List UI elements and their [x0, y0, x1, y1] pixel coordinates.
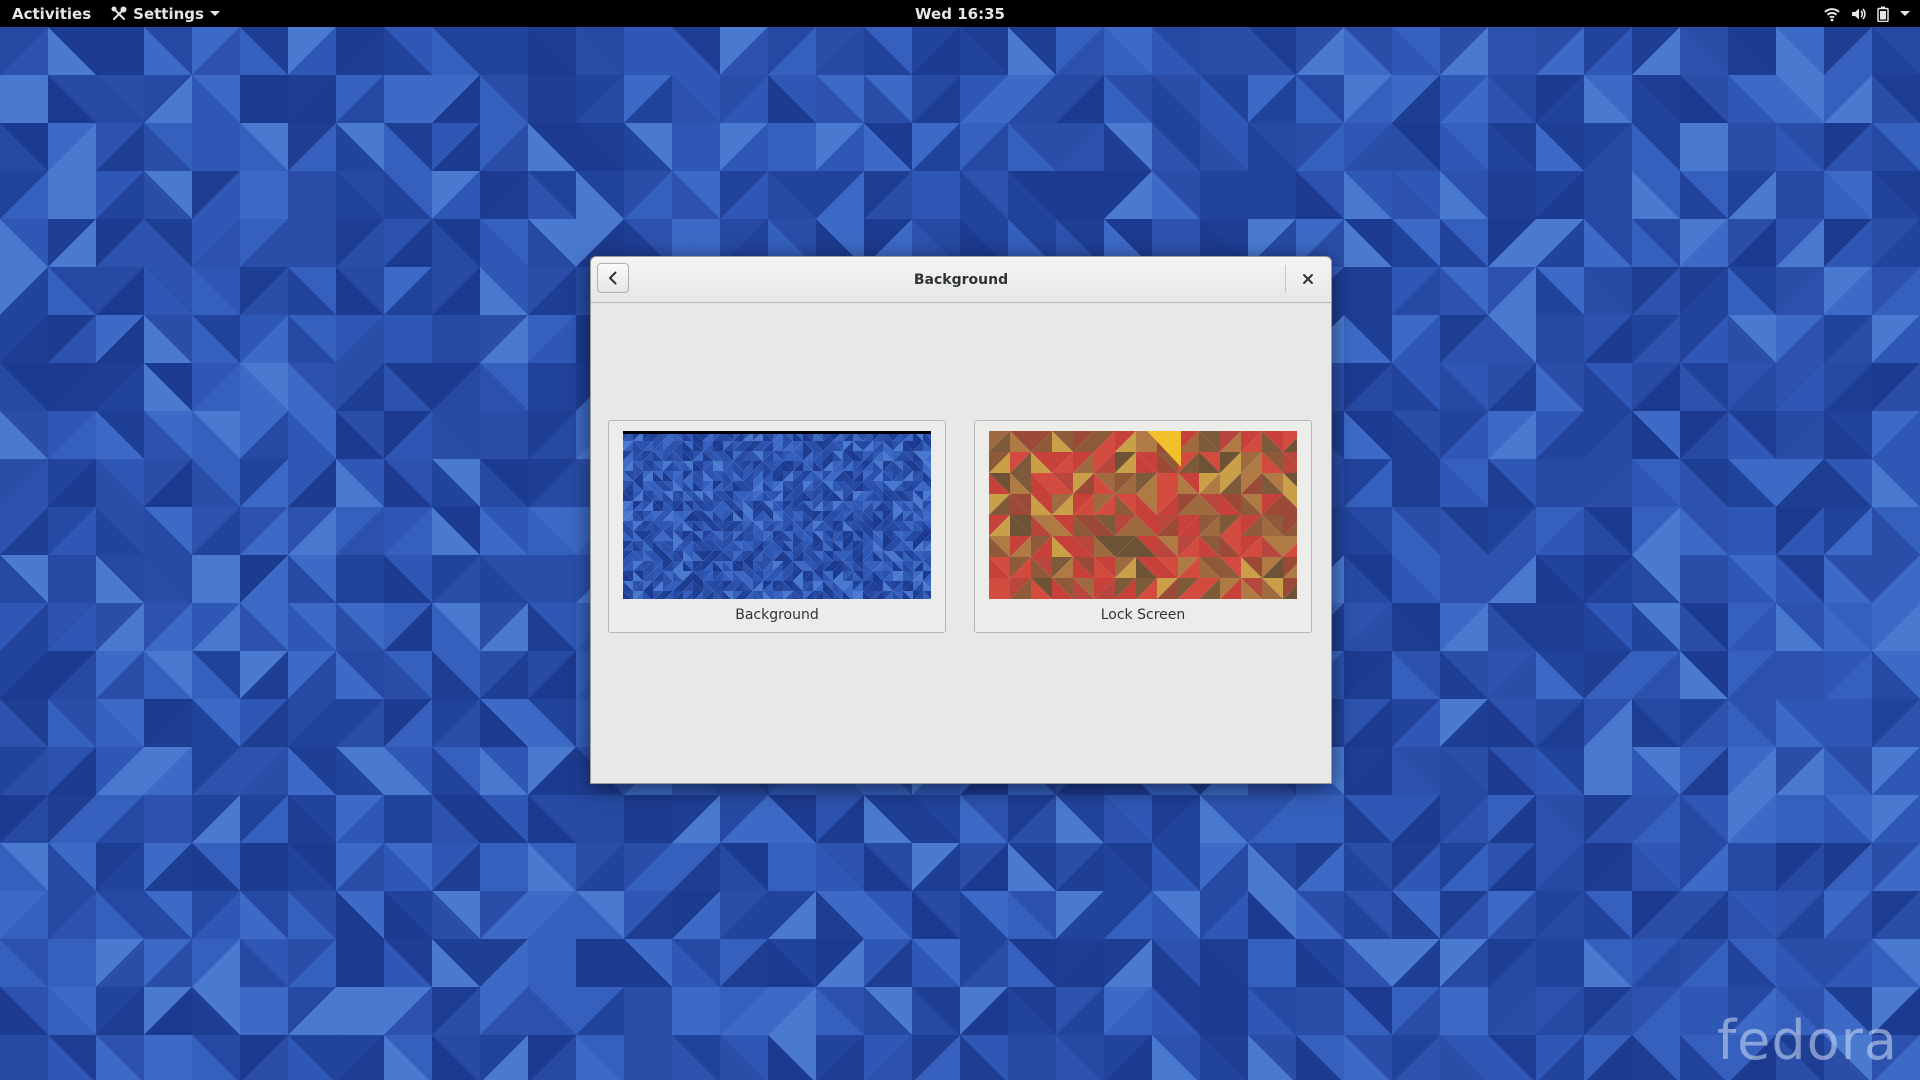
top-bar: Activities Settings Wed 16:35: [0, 0, 1920, 27]
activities-button[interactable]: Activities: [12, 5, 91, 23]
dialog-headerbar: Background: [591, 257, 1331, 303]
preview-topbar: [623, 431, 931, 434]
close-button[interactable]: [1293, 265, 1323, 293]
fedora-watermark: fedora: [1717, 1009, 1898, 1072]
lock-screen-preview-image: [989, 431, 1297, 599]
lock-screen-option-label: Lock Screen: [1100, 607, 1186, 623]
background-option[interactable]: Background: [608, 420, 946, 633]
app-menu-label: Settings: [133, 4, 204, 23]
background-preview: [623, 431, 931, 599]
background-preview-image: [623, 431, 931, 599]
lock-screen-option[interactable]: Lock Screen: [974, 420, 1312, 633]
background-option-label: Background: [735, 607, 819, 623]
back-button[interactable]: [597, 263, 629, 293]
clock[interactable]: Wed 16:35: [915, 5, 1005, 23]
chevron-down-icon: [209, 11, 220, 16]
dialog-title: Background: [913, 271, 1009, 288]
battery-icon: [1877, 6, 1889, 22]
wifi-icon: [1824, 7, 1840, 21]
lock-screen-preview: [989, 431, 1297, 599]
system-status-area[interactable]: [1824, 0, 1910, 27]
settings-tools-icon: [111, 6, 127, 20]
headerbar-separator: [1285, 265, 1286, 293]
background-dialog: Background Background Lock Screen: [590, 256, 1332, 784]
close-icon: [1303, 274, 1313, 284]
chevron-left-icon: [609, 271, 617, 285]
system-menu-arrow-icon: [1900, 11, 1910, 16]
volume-icon: [1852, 7, 1866, 20]
app-menu-button[interactable]: Settings: [111, 5, 220, 23]
